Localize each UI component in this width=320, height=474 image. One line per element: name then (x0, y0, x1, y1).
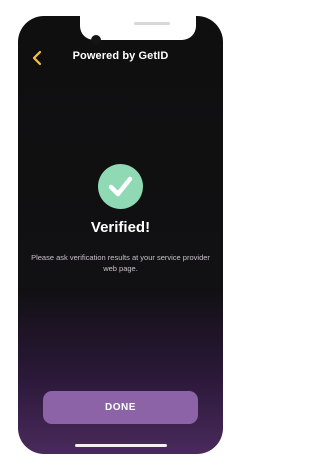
home-indicator (75, 444, 167, 447)
verified-badge (98, 164, 143, 209)
check-icon (108, 176, 133, 197)
done-button[interactable]: DONE (43, 391, 198, 424)
status-heading: Verified! (90, 219, 151, 236)
camera-dot (91, 35, 101, 45)
top-bar: Powered by GetID (18, 46, 223, 70)
header-title: Powered by GetID (72, 50, 169, 62)
page: Powered by GetID Verified! Please ask ve… (0, 0, 243, 474)
status-message: Please ask verification results at your … (31, 253, 210, 273)
speaker-grille (134, 22, 170, 25)
